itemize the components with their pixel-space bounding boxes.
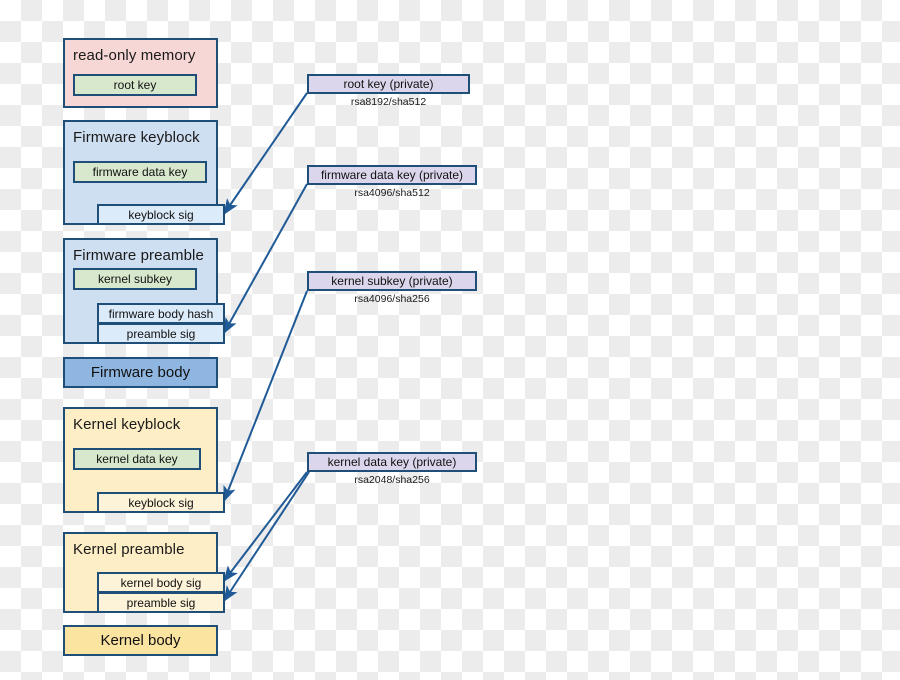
arrow-root-key-to-firmware-keyblock-sig (223, 92, 308, 215)
private-key-root-key[interactable]: root key (private) (307, 74, 470, 94)
key-root-key[interactable]: root key (73, 74, 197, 96)
sig-firmware-preamble-sig-label: preamble sig (126, 326, 196, 341)
private-key-kernel-data-key-algorithm: rsa2048/sha256 (354, 474, 430, 486)
private-key-kernel-subkey[interactable]: kernel subkey (private) (307, 271, 477, 291)
sig-kernel-body-sig[interactable]: kernel body sig (97, 572, 225, 593)
block-title-kernel-preamble: Kernel preamble (73, 541, 185, 558)
block-title-kernel-body: Kernel body (100, 632, 181, 649)
sig-firmware-keyblock-sig[interactable]: keyblock sig (97, 204, 225, 225)
block-title-firmware-keyblock: Firmware keyblock (73, 129, 200, 146)
private-key-firmware-data-key-algorithm: rsa4096/sha512 (354, 187, 430, 199)
key-firmware-data-key[interactable]: firmware data key (73, 161, 207, 183)
arrow-kernel-data-key-to-kernel-preamble-sig (223, 471, 310, 603)
private-key-kernel-subkey-algorithm: rsa4096/sha256 (354, 293, 430, 305)
private-key-kernel-data-key[interactable]: kernel data key (private) (307, 452, 477, 472)
arrow-kernel-subkey-to-kernel-keyblock-sig (223, 290, 308, 503)
sig-firmware-keyblock-sig-label: keyblock sig (128, 207, 194, 222)
sig-kernel-body-sig-label: kernel body sig (120, 575, 202, 590)
key-kernel-subkey-label: kernel subkey (97, 272, 173, 286)
arrow-firmware-data-key-to-preamble-sig (223, 183, 308, 335)
key-kernel-data-key[interactable]: kernel data key (73, 448, 201, 470)
private-key-kernel-data-key-label: kernel data key (private) (327, 455, 457, 469)
block-title-firmware-body: Firmware body (90, 364, 191, 381)
key-kernel-subkey[interactable]: kernel subkey (73, 268, 197, 290)
private-key-root-key-algorithm: rsa8192/sha512 (350, 96, 427, 108)
block-title-firmware-preamble: Firmware preamble (73, 247, 204, 264)
block-firmware-body[interactable]: Firmware body (63, 357, 218, 388)
private-key-firmware-data-key-label: firmware data key (private) (320, 168, 464, 182)
hash-firmware-body-hash[interactable]: firmware body hash (97, 303, 225, 324)
sig-kernel-preamble-sig-label: preamble sig (126, 595, 196, 610)
block-title-read-only-memory: read-only memory (73, 47, 196, 64)
sig-kernel-keyblock-sig[interactable]: keyblock sig (97, 492, 225, 513)
block-kernel-body[interactable]: Kernel body (63, 625, 218, 656)
private-key-firmware-data-key[interactable]: firmware data key (private) (307, 165, 477, 185)
key-kernel-data-key-label: kernel data key (96, 452, 178, 466)
arrow-kernel-data-key-to-kernel-body-sig (223, 471, 308, 582)
private-key-kernel-subkey-label: kernel subkey (private) (331, 274, 453, 288)
block-title-kernel-keyblock: Kernel keyblock (73, 416, 181, 433)
sig-kernel-keyblock-sig-label: keyblock sig (128, 495, 194, 510)
key-firmware-data-key-label: firmware data key (92, 165, 188, 179)
hash-firmware-body-hash-label: firmware body hash (108, 306, 214, 321)
sig-kernel-preamble-sig[interactable]: preamble sig (97, 592, 225, 613)
key-root-key-label: root key (113, 78, 157, 92)
sig-firmware-preamble-sig[interactable]: preamble sig (97, 323, 225, 344)
private-key-root-key-label: root key (private) (343, 77, 434, 91)
diagram-canvas: read-only memory root key Firmware keybl… (0, 0, 900, 680)
block-read-only-memory[interactable]: read-only memory (63, 38, 218, 108)
